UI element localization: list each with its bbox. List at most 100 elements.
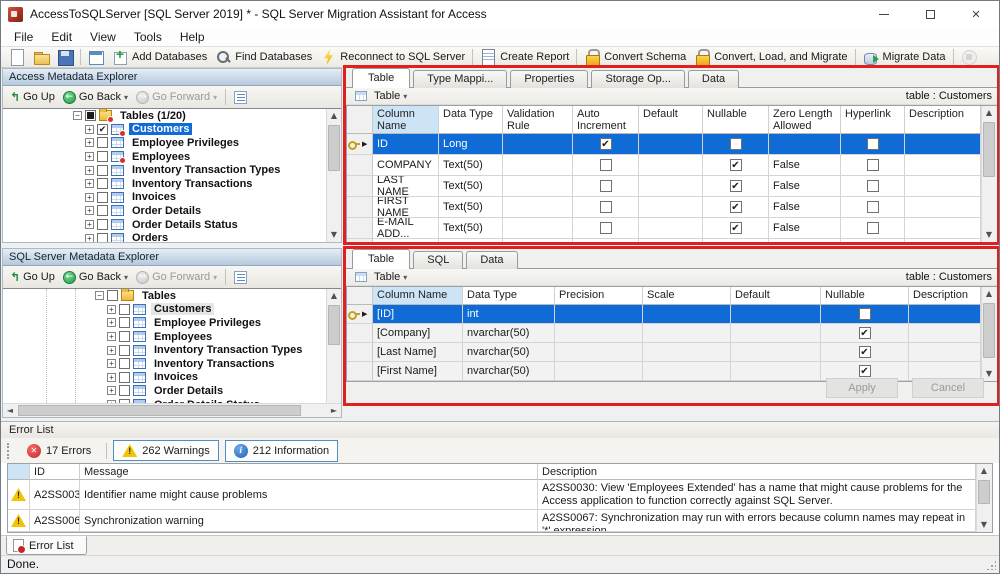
vertical-scrollbar[interactable]: ▲▼ — [981, 287, 997, 381]
grid-cell[interactable] — [503, 176, 573, 197]
grid-cell[interactable]: Text(50) — [439, 197, 503, 218]
go-up-button[interactable]: ↰Go Up — [7, 270, 58, 284]
grid-cell[interactable]: Text(50) — [439, 176, 503, 197]
grid-cell[interactable]: ✔ — [573, 134, 639, 155]
scroll-up-arrow[interactable]: ▲ — [982, 106, 996, 120]
table-row[interactable]: E-MAIL ADD...Text(50)✔False — [347, 218, 981, 239]
tree-checkbox[interactable] — [97, 233, 108, 242]
row-header-cell[interactable] — [347, 155, 373, 176]
grid-cell[interactable] — [503, 155, 573, 176]
tree-checkbox[interactable] — [119, 331, 130, 342]
tab-storage-op-[interactable]: Storage Op... — [591, 70, 684, 88]
grid-cell[interactable] — [639, 197, 703, 218]
tree-item[interactable]: +Employee Privileges — [3, 136, 341, 150]
tree-checkbox[interactable] — [97, 219, 108, 230]
grid-cell[interactable] — [573, 197, 639, 218]
tree-item[interactable]: +Customers — [3, 303, 341, 317]
minimize-button[interactable] — [861, 1, 907, 27]
expand-icon[interactable]: + — [85, 152, 94, 161]
expand-icon[interactable]: + — [85, 179, 94, 188]
checkbox[interactable]: ✔ — [730, 222, 742, 234]
grid-cell[interactable]: Text(50) — [439, 239, 503, 243]
checkbox[interactable] — [867, 222, 879, 234]
column-header-data-type[interactable]: Data Type — [463, 287, 555, 305]
grid-cell[interactable] — [503, 134, 573, 155]
scroll-up-arrow[interactable]: ▲ — [977, 464, 991, 478]
row-header-cell[interactable] — [347, 197, 373, 218]
tab-sql[interactable]: SQL — [413, 251, 463, 269]
grid-cell[interactable] — [731, 362, 821, 381]
expand-icon[interactable]: + — [107, 332, 116, 341]
grid-cell[interactable] — [909, 324, 981, 343]
checkbox[interactable] — [600, 222, 612, 234]
checkbox[interactable] — [867, 138, 879, 150]
table-row[interactable]: [Last Name]nvarchar(50)✔ — [347, 343, 981, 362]
maximize-button[interactable] — [907, 1, 953, 27]
tree-checkbox[interactable] — [119, 385, 130, 396]
tree-item[interactable]: +Inventory Transactions — [3, 357, 341, 371]
grid-cell[interactable] — [555, 362, 643, 381]
tab-data[interactable]: Data — [688, 70, 739, 88]
tree-item[interactable]: +Employees — [3, 330, 341, 344]
column-header-auto-increment[interactable]: Auto Increment — [573, 106, 639, 134]
grid-cell[interactable]: E-MAIL ADD... — [373, 218, 439, 239]
tree-checkbox[interactable] — [97, 165, 108, 176]
grid-cell[interactable] — [639, 239, 703, 243]
apply-button[interactable]: Apply — [826, 378, 898, 398]
open-folder-button[interactable] — [29, 48, 53, 66]
database-button[interactable] — [84, 48, 108, 66]
scroll-down-arrow[interactable]: ▼ — [982, 367, 996, 381]
expand-icon[interactable]: + — [85, 166, 94, 175]
cancel-button[interactable]: Cancel — [912, 378, 984, 398]
tree-checkbox[interactable] — [97, 205, 108, 216]
row-header-cell[interactable] — [347, 362, 373, 381]
tab-data[interactable]: Data — [466, 251, 517, 269]
scroll-thumb[interactable] — [328, 125, 340, 171]
expand-icon[interactable]: + — [85, 193, 94, 202]
grid-cell[interactable]: nvarchar(50) — [463, 324, 555, 343]
error-list-tab[interactable]: Error List — [6, 536, 87, 555]
grid-cell[interactable] — [905, 134, 981, 155]
grid-cell[interactable] — [703, 134, 769, 155]
checkbox[interactable] — [730, 138, 742, 150]
column-header-nullable[interactable]: Nullable — [821, 287, 909, 305]
scroll-down-arrow[interactable]: ▼ — [982, 228, 996, 242]
row-header-cell[interactable]: ▶ — [347, 305, 373, 324]
checkbox[interactable]: ✔ — [600, 138, 612, 150]
grid-cell[interactable] — [503, 239, 573, 243]
scroll-down-arrow[interactable]: ▼ — [327, 228, 341, 242]
grid-cell[interactable] — [639, 155, 703, 176]
column-header-hyperlink[interactable]: Hyperlink — [841, 106, 905, 134]
grid-cell[interactable] — [905, 176, 981, 197]
grid-cell[interactable] — [905, 155, 981, 176]
row-header-cell[interactable] — [347, 324, 373, 343]
tree-item[interactable]: −Tables — [3, 289, 341, 303]
expand-icon[interactable]: + — [107, 305, 116, 314]
tree-item[interactable]: −Tables (1/20) — [3, 109, 341, 123]
table-dropdown[interactable]: Table▾ — [352, 89, 410, 103]
grid-cell[interactable] — [905, 239, 981, 243]
column-header-precision[interactable]: Precision — [555, 287, 643, 305]
tree-checkbox[interactable] — [119, 358, 130, 369]
vertical-scrollbar[interactable]: ▲▼ — [976, 464, 992, 532]
grid-cell[interactable]: Text(50) — [439, 218, 503, 239]
grid-cell[interactable] — [643, 305, 731, 324]
menu-item-file[interactable]: File — [5, 28, 42, 46]
grid-cell[interactable] — [909, 305, 981, 324]
grid-cell[interactable]: JOB TITLE — [373, 239, 439, 243]
grid-cell[interactable]: LAST NAME — [373, 176, 439, 197]
column-header-data-type[interactable]: Data Type — [439, 106, 503, 134]
tab-properties[interactable]: Properties — [510, 70, 588, 88]
grid-cell[interactable] — [573, 155, 639, 176]
grid-cell[interactable] — [503, 197, 573, 218]
checkbox[interactable] — [867, 201, 879, 213]
menu-item-view[interactable]: View — [81, 28, 125, 46]
grid-cell[interactable] — [841, 218, 905, 239]
expand-icon[interactable]: + — [107, 346, 116, 355]
scroll-up-arrow[interactable]: ▲ — [327, 109, 341, 123]
tree-item[interactable]: +Inventory Transaction Types — [3, 343, 341, 357]
grid-cell[interactable]: Text(50) — [439, 155, 503, 176]
grid-cell[interactable] — [643, 362, 731, 381]
expand-icon[interactable]: + — [107, 359, 116, 368]
grid-cell[interactable]: [Last Name] — [373, 343, 463, 362]
